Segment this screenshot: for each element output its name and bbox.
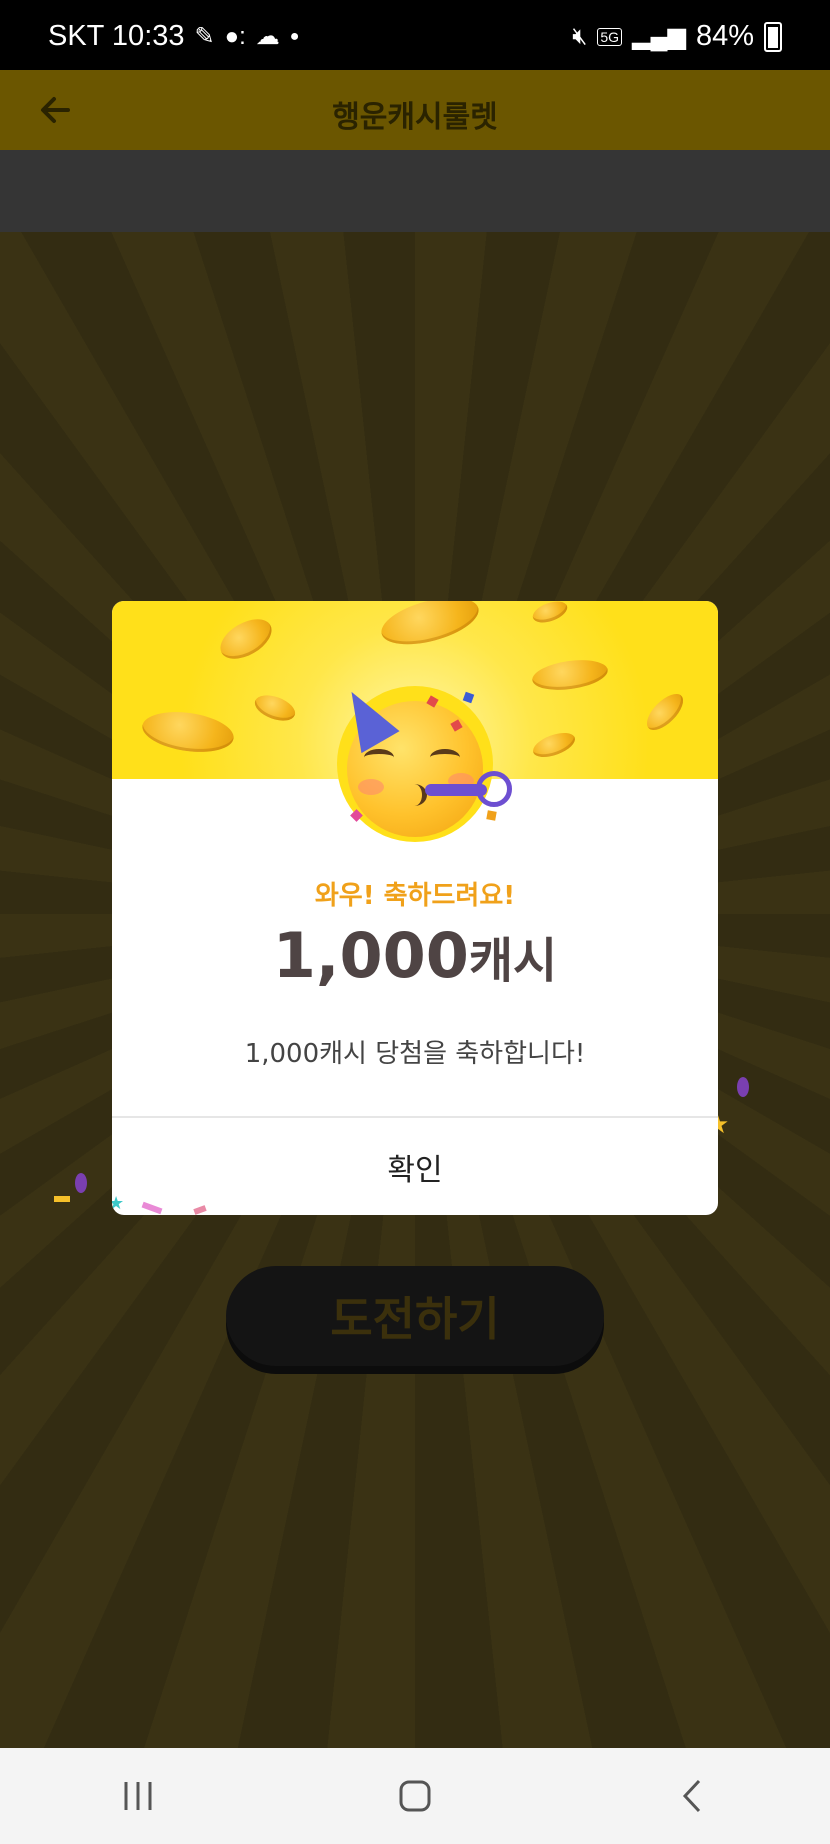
coin-icon [529, 728, 579, 762]
app-header: 행운캐시룰렛 [0, 70, 830, 150]
battery-percent: 84% [695, 20, 754, 52]
prize-number: 1,000 [272, 919, 469, 992]
emoji-eye [364, 749, 394, 766]
coin-icon [376, 601, 484, 654]
coin-icon [213, 611, 279, 667]
page-title: 행운캐시룰렛 [332, 100, 498, 135]
coin-icon [139, 706, 237, 758]
confetti-piece [486, 810, 497, 821]
battery-icon [764, 21, 782, 52]
challenge-button[interactable]: 도전하기 [226, 1266, 604, 1366]
reward-modal: 와우! 축하드려요! 1,000캐시 1,000캐시 당첨을 축하합니다! 확인… [112, 601, 718, 1215]
party-whistle-end [476, 771, 512, 807]
system-nav-bar [0, 1748, 830, 1844]
mute-icon: 🔇︎ [572, 22, 588, 50]
confetti-piece [54, 1196, 70, 1202]
confetti-piece: ★ [112, 1193, 125, 1214]
congrats-text: 와우! 축하드려요! [314, 881, 516, 911]
back-chevron-icon[interactable] [652, 1766, 732, 1826]
network-type: 5G [597, 27, 623, 46]
prize-amount: 1,000캐시 [112, 919, 718, 992]
cloud-icon: ☁ [255, 22, 280, 50]
dot-icon: ● [289, 27, 300, 45]
coin-icon [251, 690, 299, 726]
coin-icon [530, 655, 610, 695]
signal-icon: ▂▄▆ [632, 22, 686, 50]
confetti-piece [737, 1077, 749, 1097]
coin-icon [530, 601, 570, 627]
prize-description: 1,000캐시 당첨을 축하합니다! [244, 1039, 586, 1069]
recents-icon[interactable] [98, 1766, 178, 1826]
confetti-piece [75, 1173, 87, 1193]
home-icon[interactable] [375, 1766, 455, 1826]
emoji-eye [430, 749, 460, 766]
status-right: 🔇︎ 5G ▂▄▆ 84% [572, 20, 782, 53]
coin-icon [640, 687, 690, 737]
prize-unit: 캐시 [468, 933, 558, 989]
emoji-cheek [358, 779, 384, 795]
status-bar: SKT 10:33 ✎ ●: ☁ ● 🔇︎ 5G ▂▄▆ 84% [0, 0, 830, 70]
confirm-button[interactable]: 확인 [112, 1118, 718, 1215]
status-left: SKT 10:33 ✎ ●: ☁ ● [48, 20, 299, 53]
carrier-time: SKT 10:33 [48, 20, 185, 52]
app-notification-icon: ✎ [194, 22, 215, 50]
emoji-mouth [402, 784, 427, 806]
sub-bar [0, 150, 830, 232]
link-icon: ●: [224, 22, 246, 50]
